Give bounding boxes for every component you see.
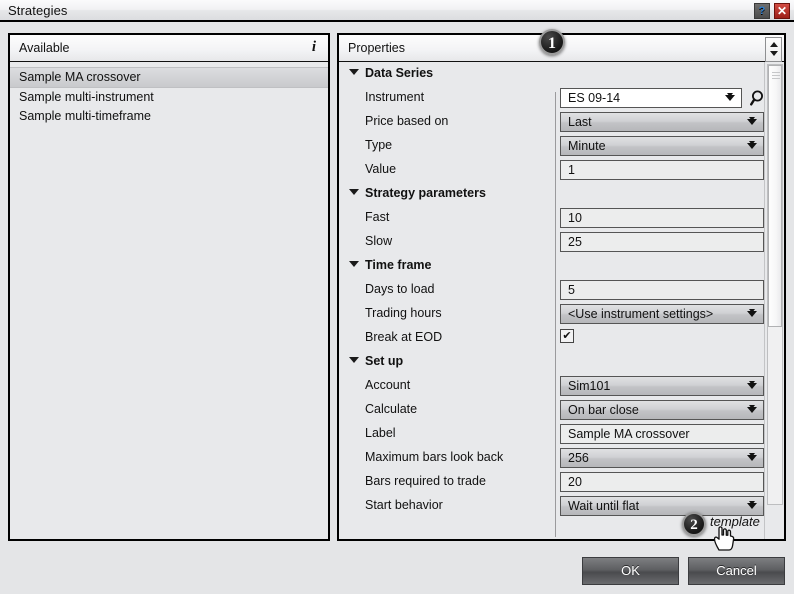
dropdown-calculate[interactable]: On bar close [560, 400, 764, 420]
list-item[interactable]: Sample MA crossover [10, 67, 328, 88]
available-strategy-list[interactable]: Sample MA crossoverSample multi-instrume… [10, 62, 328, 539]
caret-down-icon[interactable] [349, 69, 359, 75]
property-label: Calculate [365, 402, 417, 416]
input-label[interactable]: Sample MA crossover [560, 424, 764, 444]
caret-down-icon[interactable] [349, 357, 359, 363]
chevron-down-icon[interactable] [747, 503, 757, 509]
chevron-down-icon[interactable] [747, 455, 757, 461]
available-panel-header: Available i [10, 35, 328, 62]
dropdown-maximum-bars-look-back[interactable]: 256 [560, 448, 764, 468]
property-section-title: Time frame [365, 258, 431, 272]
cancel-button[interactable]: Cancel [688, 557, 785, 585]
chevron-down-icon[interactable] [747, 119, 757, 125]
property-label: Label [365, 426, 396, 440]
annotation-badge-2: 2 [682, 512, 706, 536]
list-item[interactable]: Sample multi-timeframe [10, 107, 328, 126]
magnifier-icon[interactable] [749, 88, 764, 108]
property-row: Maximum bars look back 256 [339, 446, 764, 470]
property-section-header[interactable]: Time frame [339, 254, 764, 278]
thumb-grip-line [772, 78, 780, 79]
property-label: Type [365, 138, 392, 152]
dropdown-instrument[interactable]: ES 09-14 [560, 88, 742, 108]
property-row: Value 1 [339, 158, 764, 182]
properties-header-label: Properties [348, 41, 405, 55]
property-row: Bars required to trade 20 [339, 470, 764, 494]
property-label: Maximum bars look back [365, 450, 503, 464]
dropdown-account[interactable]: Sim101 [560, 376, 764, 396]
property-row: Calculate On bar close [339, 398, 764, 422]
property-section-title: Strategy parameters [365, 186, 486, 200]
list-item[interactable]: Sample multi-instrument [10, 88, 328, 107]
property-row: Price based on Last [339, 110, 764, 134]
window-title-bar: Strategies ? ✕ [0, 0, 794, 22]
thumb-grip-line [772, 72, 780, 73]
scrollbar-arrow-buttons[interactable] [765, 37, 782, 62]
scroll-down-icon[interactable] [770, 51, 778, 56]
property-row: Type Minute [339, 134, 764, 158]
dropdown-start-behavior[interactable]: Wait until flat [560, 496, 764, 516]
property-section-header[interactable]: Set up [339, 350, 764, 374]
dropdown-type[interactable]: Minute [560, 136, 764, 156]
input-value[interactable]: 1 [560, 160, 764, 180]
hand-cursor-icon [713, 525, 735, 551]
input-days-to-load[interactable]: 5 [560, 280, 764, 300]
property-section-title: Data Series [365, 66, 433, 80]
property-label: Slow [365, 234, 392, 248]
properties-grid: Data SeriesInstrumentES 09-14Price based… [339, 62, 764, 539]
property-label: Price based on [365, 114, 448, 128]
property-label: Fast [365, 210, 389, 224]
property-section-title: Set up [365, 354, 403, 368]
chevron-down-icon[interactable] [747, 143, 757, 149]
property-row: Break at EOD ✔ [339, 326, 764, 350]
chevron-down-icon[interactable] [747, 311, 757, 317]
dropdown-trading-hours[interactable]: <Use instrument settings> [560, 304, 764, 324]
property-section-header[interactable]: Strategy parameters [339, 182, 764, 206]
property-label: Account [365, 378, 410, 392]
property-row: Fast 10 [339, 206, 764, 230]
property-label: Value [365, 162, 396, 176]
checkbox-break-at-eod[interactable]: ✔ [560, 329, 574, 343]
caret-down-icon[interactable] [349, 261, 359, 267]
property-label: Start behavior [365, 498, 443, 512]
available-header-label: Available [19, 41, 70, 55]
close-button[interactable]: ✕ [774, 3, 790, 19]
input-slow[interactable]: 25 [560, 232, 764, 252]
available-panel: Available i Sample MA crossoverSample mu… [8, 33, 330, 541]
window-title: Strategies [8, 3, 68, 18]
property-label: Instrument [365, 90, 424, 104]
scrollbar-thumb[interactable] [768, 65, 782, 327]
scroll-up-icon[interactable] [770, 42, 778, 47]
property-label: Trading hours [365, 306, 442, 320]
properties-panel: Properties Data Series Instrument ES 09-14… [337, 33, 786, 541]
property-row: Label Sample MA crossover [339, 422, 764, 446]
property-row: Slow 25 [339, 230, 764, 254]
input-bars-required-to-trade[interactable]: 20 [560, 472, 764, 492]
property-row: Trading hours <Use instrument settings> [339, 302, 764, 326]
property-row: Account Sim101 [339, 374, 764, 398]
ok-button[interactable]: OK [582, 557, 679, 585]
property-label: Days to load [365, 282, 434, 296]
caret-down-icon[interactable] [349, 189, 359, 195]
chevron-down-icon[interactable] [747, 383, 757, 389]
property-label: Break at EOD [365, 330, 442, 344]
properties-scrollbar[interactable] [764, 62, 784, 539]
info-icon[interactable]: i [312, 39, 316, 56]
help-button[interactable]: ? [754, 3, 770, 19]
scrollbar-track[interactable] [767, 64, 783, 505]
annotation-badge-1: 1 [539, 29, 565, 55]
property-row: Days to load 5 [339, 278, 764, 302]
property-section-header[interactable]: Data Series [339, 62, 764, 86]
property-label: Bars required to trade [365, 474, 486, 488]
thumb-grip-line [772, 75, 780, 76]
dropdown-price-based-on[interactable]: Last [560, 112, 764, 132]
properties-rows: Data SeriesInstrumentES 09-14Price based… [339, 62, 764, 504]
chevron-down-icon[interactable] [725, 95, 735, 101]
input-fast[interactable]: 10 [560, 208, 764, 228]
chevron-down-icon[interactable] [747, 407, 757, 413]
property-row: Instrument ES 09-14 [339, 86, 764, 110]
property-row: Start behaviorWait until flat [339, 494, 764, 504]
